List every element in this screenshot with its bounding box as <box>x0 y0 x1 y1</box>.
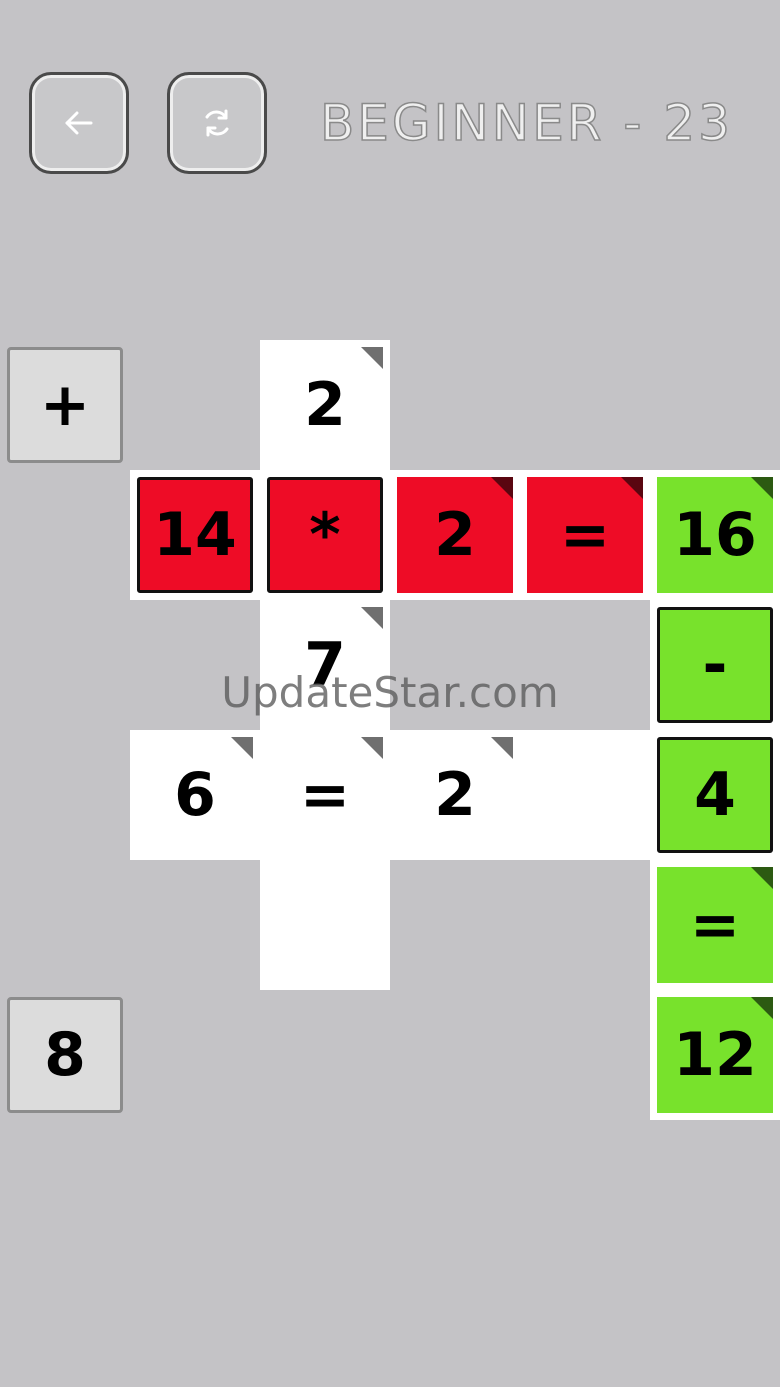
board-tile[interactable]: = <box>527 477 643 593</box>
tile-value: - <box>702 630 728 700</box>
board-tile[interactable]: 12 <box>657 997 773 1113</box>
refresh-icon <box>197 103 237 143</box>
side-tile-eight[interactable]: 8 <box>7 997 123 1113</box>
board-tile[interactable]: * <box>267 477 383 593</box>
tile-value: 16 <box>673 500 757 570</box>
board-tile[interactable]: 6 <box>137 737 253 853</box>
board-tile[interactable]: 7 <box>267 607 383 723</box>
board-tile[interactable]: 2 <box>267 347 383 463</box>
board-tile[interactable]: 2 <box>397 737 513 853</box>
tile-value: 2 <box>434 500 476 570</box>
tile-value: 4 <box>694 760 736 830</box>
tile-value: 2 <box>304 370 346 440</box>
arrow-left-icon <box>59 103 99 143</box>
corner-marker <box>361 607 383 629</box>
tile-value: = <box>299 760 351 830</box>
board-tile[interactable]: - <box>657 607 773 723</box>
corner-marker <box>361 347 383 369</box>
restart-button[interactable] <box>167 72 267 174</box>
board-tile[interactable]: = <box>267 737 383 853</box>
side-tile-plus[interactable]: + <box>7 347 123 463</box>
board-tile[interactable]: 14 <box>137 477 253 593</box>
tile-value: = <box>559 500 611 570</box>
tile-value: 12 <box>673 1020 757 1090</box>
tile-value: 6 <box>174 760 216 830</box>
level-title: BEGINNER - 23 <box>319 93 733 153</box>
tile-value: * <box>309 500 341 570</box>
corner-marker <box>491 737 513 759</box>
tile-value: = <box>689 890 741 960</box>
board-tile[interactable]: = <box>657 867 773 983</box>
tile-value: 7 <box>304 630 346 700</box>
corner-marker <box>231 737 253 759</box>
corner-marker <box>621 477 643 499</box>
back-button[interactable] <box>29 72 129 174</box>
corner-marker <box>361 737 383 759</box>
corner-marker <box>491 477 513 499</box>
tile-value: 14 <box>153 500 237 570</box>
corner-marker <box>751 477 773 499</box>
tile-value: 2 <box>434 760 476 830</box>
board-tile[interactable]: 4 <box>657 737 773 853</box>
board-tile[interactable]: 2 <box>397 477 513 593</box>
board-tile[interactable]: 16 <box>657 477 773 593</box>
board-slot-area <box>260 860 390 990</box>
corner-marker <box>751 867 773 889</box>
corner-marker <box>751 997 773 1019</box>
